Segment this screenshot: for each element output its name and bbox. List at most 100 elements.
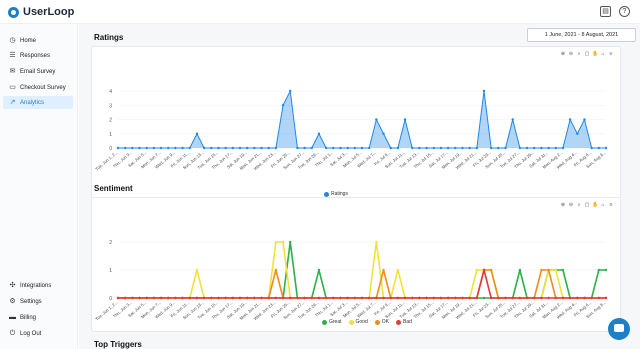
data-point	[303, 296, 306, 300]
data-point	[590, 296, 593, 300]
data-point	[188, 146, 191, 150]
data-point	[332, 296, 335, 300]
legend-item-great[interactable]: Great	[322, 319, 342, 325]
help-icon[interactable]: ?	[619, 6, 630, 17]
data-point	[346, 296, 349, 300]
data-point	[310, 296, 313, 300]
card-icon: ▬	[9, 314, 16, 321]
data-point	[274, 296, 278, 300]
legend-item-ok[interactable]: OK	[374, 319, 389, 325]
data-point	[267, 146, 270, 150]
sidebar-item-home[interactable]: ◷ Home	[3, 34, 73, 47]
data-point	[403, 118, 407, 121]
data-point	[403, 296, 407, 300]
sidebar-item-label: Billing	[20, 314, 37, 321]
data-point	[454, 146, 457, 150]
data-point	[497, 296, 500, 300]
y-tick-label: 2	[109, 240, 112, 246]
data-point	[210, 146, 213, 150]
mail-icon: ✉	[9, 68, 16, 75]
date-range-picker[interactable]: 1 June, 2021 - 8 August, 2021	[527, 28, 636, 42]
top-bar: UserLoop ▤ ?	[0, 0, 640, 24]
legend-item-bad[interactable]: Bad	[395, 319, 412, 325]
data-point	[289, 89, 292, 93]
data-point	[554, 296, 557, 300]
data-point	[317, 296, 321, 300]
data-point	[224, 146, 227, 150]
trend-icon: ↗	[9, 99, 16, 106]
data-point	[238, 146, 242, 150]
sidebar-item-checkout-survey[interactable]: ▭ Checkout Survey	[3, 81, 73, 94]
data-point	[489, 296, 493, 300]
sidebar-item-analytics[interactable]: ↗ Analytics	[3, 96, 73, 109]
sidebar-item-label: Checkout Survey	[20, 84, 66, 91]
data-point	[296, 146, 299, 150]
data-point	[382, 132, 385, 135]
data-point	[281, 240, 285, 244]
main-content: Ratings 1 June, 2021 - 8 August, 2021 ⊕ …	[79, 24, 640, 349]
chat-launcher-button[interactable]	[608, 318, 630, 340]
data-point	[511, 118, 514, 121]
data-point	[245, 146, 249, 150]
data-point	[540, 296, 543, 300]
data-point	[425, 296, 428, 300]
data-point	[382, 296, 385, 300]
sidebar-item-integrations[interactable]: ✣ Integrations	[3, 279, 73, 292]
sentiment-card: ⊕ ⊖ ⌕ ▢ ✋ ⌂ ≡ 0 1 2 Tue, Jun 1, 2... Thu, Ju…	[91, 197, 621, 332]
data-point	[289, 240, 292, 244]
data-point	[561, 296, 565, 300]
data-point	[253, 146, 256, 150]
data-point	[217, 146, 220, 150]
data-point	[267, 296, 270, 300]
data-point	[145, 146, 148, 150]
sidebar-item-settings[interactable]: ⚙ Settings	[3, 295, 73, 308]
data-point	[116, 146, 120, 150]
legend-label: Great	[329, 319, 342, 325]
data-point	[425, 146, 428, 150]
data-point	[339, 146, 342, 150]
y-tick-label: 2	[109, 118, 112, 124]
sidebar-item-email-survey[interactable]: ✉ Email Survey	[3, 65, 73, 78]
legend-item-good[interactable]: Good	[348, 319, 368, 325]
app-logo[interactable]: UserLoop	[8, 6, 74, 18]
sidebar-item-logout[interactable]: ⏻ Log Out	[3, 327, 73, 340]
data-point	[167, 146, 170, 150]
ratings-title: Ratings	[94, 33, 124, 42]
data-point	[181, 296, 184, 300]
data-point	[174, 296, 177, 300]
ratings-card: ⊕ ⊖ ⌕ ▢ ✋ ⌂ ≡ 0 1 2 3 4 Tue, Jun 1, 2... Thu, …	[91, 46, 621, 200]
y-tick-label: 0	[109, 146, 112, 152]
data-point	[604, 296, 608, 300]
data-point	[195, 296, 199, 300]
data-point	[274, 146, 278, 150]
data-point	[202, 146, 206, 150]
sentiment-chart: 012Tue, Jun 1, 2...Thu, Jun 3...Sat, Jun…	[94, 240, 608, 322]
store-icon[interactable]: ▤	[600, 6, 611, 17]
sidebar-item-responses[interactable]: ☰ Responses	[3, 49, 73, 62]
app-name: UserLoop	[23, 6, 75, 18]
data-point	[432, 296, 435, 300]
data-point	[253, 296, 256, 300]
data-point	[482, 268, 486, 272]
data-point	[497, 146, 500, 150]
data-point	[568, 296, 572, 300]
y-tick-label: 4	[109, 89, 112, 95]
sidebar: ◷ Home ☰ Responses ✉ Email Survey ▭ Chec…	[0, 24, 78, 349]
legend-label: OK	[381, 319, 389, 325]
data-point	[396, 268, 400, 272]
home-icon: ◷	[9, 37, 16, 44]
data-point	[547, 296, 550, 300]
data-point	[554, 268, 557, 272]
sentiment-legend: Great Good OK Bad	[322, 319, 412, 325]
sidebar-item-label: Settings	[20, 298, 42, 305]
data-point	[396, 146, 400, 150]
logo-icon	[8, 6, 19, 18]
data-point	[238, 296, 242, 300]
data-point	[367, 296, 371, 300]
data-point	[310, 146, 313, 150]
sidebar-item-billing[interactable]: ▬ Billing	[3, 311, 73, 324]
data-point	[382, 268, 385, 272]
data-point	[324, 296, 328, 300]
y-tick-label: 3	[109, 103, 112, 109]
data-point	[432, 146, 435, 150]
